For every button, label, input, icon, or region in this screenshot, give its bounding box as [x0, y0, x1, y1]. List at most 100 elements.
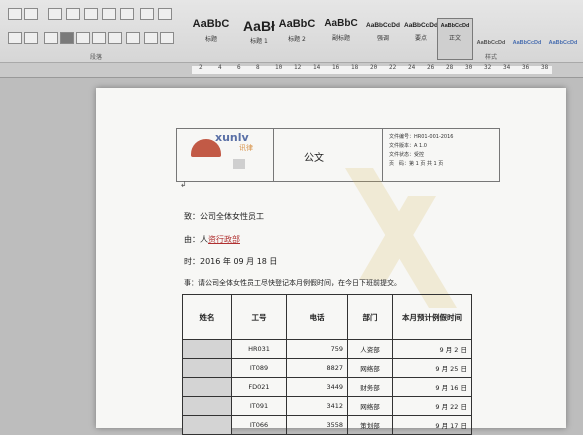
horizontal-ruler[interactable]: 2 4 6 8 10 12 14 16 18 20 22 24 26 28 30 32 34 36 38 — [0, 63, 583, 78]
style-subtitle[interactable]: AaBbC 副标题 — [318, 18, 364, 58]
increase-indent-icon[interactable] — [120, 8, 134, 20]
cell-name-blurred[interactable] — [182, 339, 232, 359]
cell-dept[interactable]: 财务部 — [347, 377, 393, 397]
cell-date[interactable]: 9 月 17 日 — [392, 415, 472, 435]
ruler-number: 24 — [408, 64, 416, 71]
cell-dept[interactable]: 人资部 — [347, 339, 393, 359]
shading-icon[interactable] — [144, 32, 158, 44]
header-id: 工号 — [231, 294, 287, 340]
ruler-number: 10 — [275, 64, 283, 71]
font-size-up-icon[interactable] — [8, 8, 22, 20]
letterhead-logo-cell: xunlv 讯律 — [177, 129, 274, 181]
align-right-icon[interactable] — [76, 32, 90, 44]
borders-icon[interactable] — [160, 32, 174, 44]
align-left-icon[interactable] — [44, 32, 58, 44]
line-spacing-icon[interactable] — [126, 32, 140, 44]
ruler-number: 16 — [332, 64, 340, 71]
cell-id[interactable]: HR031 — [231, 339, 287, 359]
doc-number: 文件编号：HR01-001-2016 — [389, 134, 454, 140]
ruler-number: 28 — [446, 64, 454, 71]
style-title[interactable]: AaBbC 标题 — [188, 18, 234, 58]
style-preview: AaBbC — [278, 18, 316, 30]
from-prefix: 由：人 — [184, 235, 208, 244]
char-shading-icon[interactable] — [24, 32, 38, 44]
ruler-number: 8 — [256, 64, 260, 71]
cell-id[interactable]: IT066 — [231, 415, 287, 435]
cell-date[interactable]: 9 月 25 日 — [392, 358, 472, 378]
style-preview: AaBbC — [324, 18, 358, 29]
clear-format-icon[interactable] — [24, 8, 38, 20]
cell-phone[interactable]: 3449 — [286, 377, 348, 397]
show-marks-icon[interactable] — [158, 8, 172, 20]
cell-date[interactable]: 9 月 16 日 — [392, 377, 472, 397]
cell-id[interactable]: FD021 — [231, 377, 287, 397]
table-row: IT091 3412 网络部 9 月 22 日 — [182, 396, 472, 416]
style-name: 副标题 — [331, 35, 350, 42]
justify-icon[interactable] — [92, 32, 106, 44]
cell-dept[interactable]: 策划部 — [347, 415, 393, 435]
header-period-date: 本月预计例假时间 — [392, 294, 472, 340]
paragraph-mark-icon: ↲ — [180, 180, 187, 189]
cell-phone[interactable]: 759 — [286, 339, 348, 359]
doc-status: 文件状态：受控 — [389, 152, 425, 158]
distribute-icon[interactable] — [108, 32, 122, 44]
cell-name-blurred[interactable] — [182, 396, 232, 416]
decrease-indent-icon[interactable] — [102, 8, 116, 20]
bullets-icon[interactable] — [48, 8, 62, 20]
ruler-number: 32 — [484, 64, 492, 71]
numbering-icon[interactable] — [66, 8, 80, 20]
document-page[interactable]: xunlv 讯律 公文 文件编号：HR01-001-2016 文件版本：A 1.… — [96, 88, 566, 435]
staff-table[interactable]: 姓名 工号 电话 部门 本月预计例假时间 HR031 759 人资部 9 月 2 日I… — [182, 294, 472, 435]
table-row: HR031 759 人资部 9 月 2 日 — [182, 339, 472, 359]
style-preview: AaBbCcDd — [476, 40, 506, 46]
ruler-number: 22 — [389, 64, 397, 71]
paragraph-group-label: 段落 — [90, 54, 103, 61]
ruler-number: 26 — [427, 64, 435, 71]
style-preview: AaBbCcDd — [440, 23, 470, 29]
font-color-icon[interactable] — [8, 32, 22, 44]
ruler-number: 18 — [351, 64, 359, 71]
style-normal[interactable]: AaBbCcDd 正文 — [437, 18, 473, 60]
header-dept: 部门 — [347, 294, 393, 340]
cell-id[interactable]: IT089 — [231, 358, 287, 378]
cell-phone[interactable]: 3412 — [286, 396, 348, 416]
cell-id[interactable]: IT091 — [231, 396, 287, 416]
style-heading-2[interactable]: AaBbC 标题 2 — [274, 18, 320, 58]
table-row: IT089 8827 网络部 9 月 25 日 — [182, 358, 472, 378]
header-phone: 电话 — [286, 294, 348, 340]
ruler-number: 6 — [237, 64, 241, 71]
ruler-number: 4 — [218, 64, 222, 71]
ruler-number: 12 — [294, 64, 302, 71]
align-center-icon[interactable] — [60, 32, 74, 44]
sort-icon[interactable] — [140, 8, 154, 20]
header-name: 姓名 — [182, 294, 232, 340]
ruler-number: 38 — [541, 64, 549, 71]
table-body: HR031 759 人资部 9 月 2 日 IT089 8827 网络部 9 月 25 日 FD… — [182, 339, 472, 435]
watermark-logo-subtext: 讯律 — [239, 144, 253, 152]
cell-date[interactable]: 9 月 22 日 — [392, 396, 472, 416]
ruler-number: 36 — [522, 64, 530, 71]
ribbon: 段落 样式 AaBbC 标题 AaBł 标题 1 AaBbC 标题 2 AaBb… — [0, 0, 583, 63]
cell-phone[interactable]: 3558 — [286, 415, 348, 435]
ruler-number: 2 — [199, 64, 203, 71]
from-line: 由：人资行政部 — [184, 234, 240, 245]
cell-name-blurred[interactable] — [182, 358, 232, 378]
blurred-logo — [233, 159, 245, 169]
cell-dept[interactable]: 网络部 — [347, 396, 393, 416]
multilevel-icon[interactable] — [84, 8, 98, 20]
document-type-title: 公文 — [304, 153, 324, 164]
style-preview: AaBbC — [192, 18, 230, 30]
cell-dept[interactable]: 网络部 — [347, 358, 393, 378]
cell-name-blurred[interactable] — [182, 377, 232, 397]
table-header-row: 姓名 工号 电话 部门 本月预计例假时间 — [182, 294, 472, 340]
cell-name-blurred[interactable] — [182, 415, 232, 435]
ruler-number: 14 — [313, 64, 321, 71]
style-name: 正文 — [448, 35, 461, 42]
date-line: 时：2016 年 09 月 18 日 — [184, 257, 278, 266]
cell-phone[interactable]: 8827 — [286, 358, 348, 378]
ruler-number: 30 — [465, 64, 473, 71]
style-name: 标题 2 — [288, 36, 306, 43]
cell-date[interactable]: 9 月 2 日 — [392, 339, 472, 359]
subject-line: 事：请公司全体女性员工尽快登记本月例假时间，在今日下班前提交。 — [184, 279, 401, 287]
from-department: 资行政部 — [208, 235, 240, 244]
